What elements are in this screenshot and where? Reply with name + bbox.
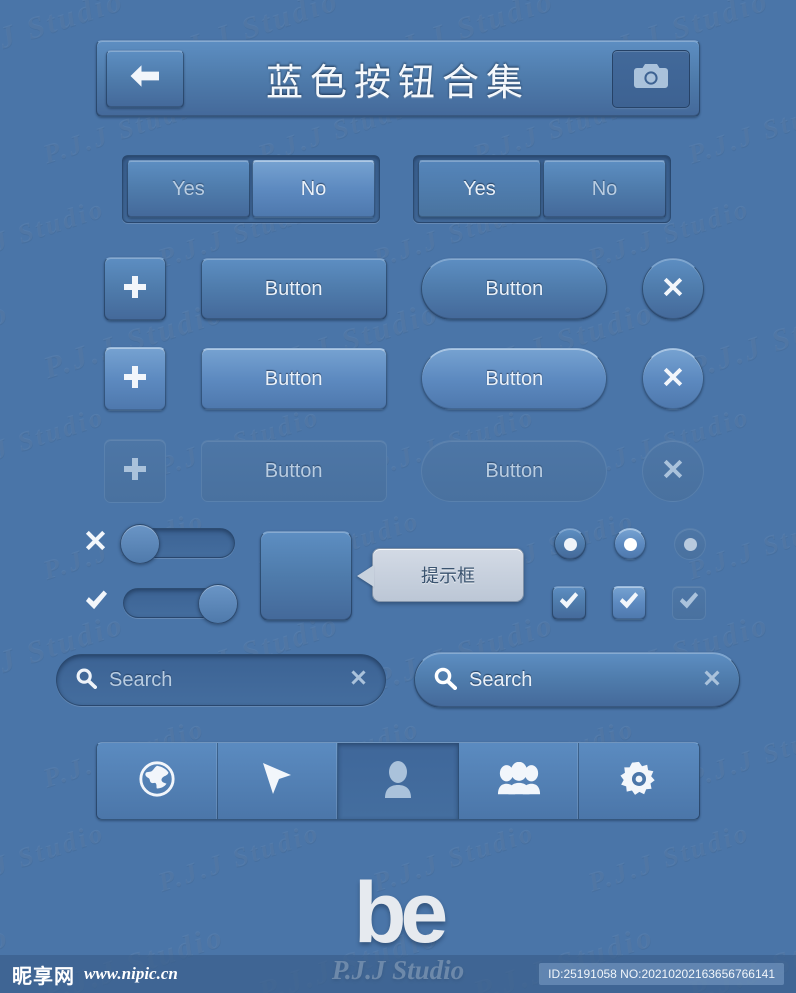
button-row-disabled: Button Button	[104, 439, 704, 503]
pill-button[interactable]: Button	[421, 258, 608, 320]
close-icon	[662, 458, 684, 485]
radio-dot	[623, 537, 637, 551]
close-icon	[662, 366, 684, 393]
button-row-normal: Button Button	[104, 257, 704, 321]
search-icon	[75, 667, 97, 694]
segment-label: No	[300, 177, 327, 200]
segment-label: No	[591, 177, 618, 200]
check-icon	[558, 591, 580, 616]
radio-disabled	[674, 528, 706, 560]
button-label: Button	[264, 367, 323, 390]
radio-hover[interactable]	[614, 528, 646, 560]
empty-panel[interactable]	[260, 531, 352, 621]
close-button-disabled	[641, 440, 704, 502]
checkbox-disabled	[672, 586, 706, 620]
brand-logo: be	[353, 865, 448, 961]
radio-dot	[683, 537, 697, 551]
search-field-default[interactable]: Search	[56, 654, 386, 706]
search-field-focused[interactable]: Search	[414, 652, 740, 708]
checkbox-hover[interactable]	[612, 586, 646, 620]
segment-label: Yes	[172, 177, 205, 200]
check-icon	[618, 591, 640, 616]
close-button[interactable]	[641, 348, 704, 410]
tab-user[interactable]	[338, 743, 459, 819]
close-icon	[84, 529, 107, 557]
add-button[interactable]	[104, 347, 166, 411]
pill-button[interactable]: Button	[421, 348, 608, 410]
clear-icon[interactable]	[703, 669, 721, 692]
check-icon	[84, 589, 109, 617]
rect-button[interactable]: Button	[200, 348, 387, 410]
segment-no-1[interactable]: No	[252, 160, 375, 218]
tab-globe[interactable]	[97, 743, 218, 819]
globe-icon	[138, 760, 176, 803]
segment-yes-1[interactable]: Yes	[127, 160, 250, 218]
group-icon	[497, 761, 541, 801]
tab-group[interactable]	[458, 743, 580, 819]
toggle-switch-on[interactable]	[123, 584, 238, 624]
button-label: Button	[485, 277, 544, 300]
rect-button[interactable]: Button	[200, 258, 387, 320]
tab-cursor[interactable]	[217, 743, 339, 819]
button-label: Button	[485, 459, 544, 482]
bottom-watermark-bar: 昵享网 www.nipic.cn ID:25191058 NO:20210202…	[0, 955, 796, 993]
segmented-group-1: Yes No	[122, 155, 380, 223]
toggle-on-row	[84, 584, 238, 624]
button-label: Button	[264, 277, 323, 300]
page-title: 蓝色按钮合集	[266, 62, 530, 104]
tooltip-text: 提示框	[421, 566, 475, 586]
header-bar: 蓝色按钮合集	[96, 40, 700, 117]
plus-icon	[122, 274, 148, 305]
tooltip: 提示框	[372, 548, 524, 602]
gear-icon	[620, 760, 658, 803]
tab-settings[interactable]	[579, 743, 699, 819]
nipic-id-badge: ID:25191058 NO:20210202163656766141	[539, 963, 784, 985]
plus-icon	[122, 364, 148, 395]
clear-icon[interactable]	[350, 669, 367, 691]
search-placeholder: Search	[469, 668, 533, 691]
button-label: Button	[264, 459, 323, 482]
toggle-switch-off[interactable]	[120, 524, 235, 564]
close-button[interactable]	[641, 258, 704, 320]
button-label: Button	[485, 367, 544, 390]
toggle-knob[interactable]	[198, 584, 238, 624]
checkbox-normal[interactable]	[552, 586, 586, 620]
camera-icon	[633, 62, 669, 95]
segment-no-2[interactable]: No	[543, 160, 666, 218]
toggle-knob[interactable]	[120, 524, 160, 564]
button-row-hover: Button Button	[104, 347, 704, 411]
search-placeholder: Search	[109, 668, 173, 691]
back-arrow-icon	[128, 63, 162, 94]
user-icon	[381, 760, 415, 803]
plus-icon	[122, 456, 148, 487]
camera-button[interactable]	[612, 49, 690, 108]
check-icon	[678, 591, 700, 616]
nipic-logo: 昵享网	[12, 965, 75, 988]
pill-button-disabled: Button	[421, 440, 608, 502]
segmented-group-2: Yes No	[413, 155, 671, 223]
radio-normal[interactable]	[554, 528, 586, 560]
segment-yes-2[interactable]: Yes	[418, 160, 541, 218]
toggle-off-row	[84, 524, 235, 564]
tab-bar	[96, 742, 700, 820]
add-button-disabled	[104, 439, 166, 503]
search-icon	[433, 666, 457, 695]
back-button[interactable]	[106, 49, 184, 108]
close-icon	[662, 276, 684, 303]
segment-label: Yes	[463, 177, 496, 200]
cursor-icon	[260, 761, 294, 802]
rect-button-disabled: Button	[200, 440, 387, 502]
add-button[interactable]	[104, 257, 166, 321]
nipic-url: www.nipic.cn	[84, 964, 178, 983]
radio-dot	[563, 537, 577, 551]
